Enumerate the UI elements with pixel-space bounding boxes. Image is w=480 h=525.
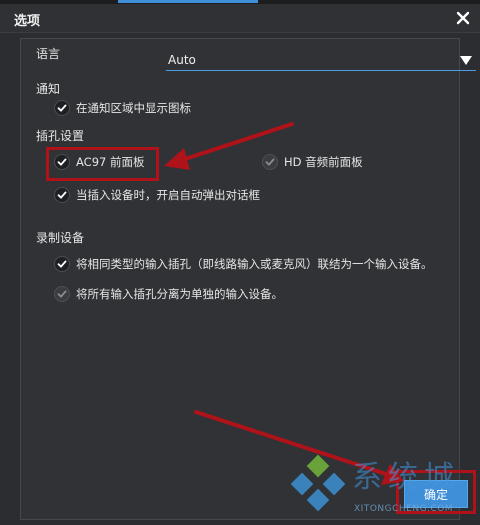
check-icon bbox=[54, 286, 70, 302]
active-tab-indicator bbox=[118, 0, 258, 3]
auto-popup-label: 当插入设备时，开启自动弹出对话框 bbox=[76, 188, 260, 202]
separate-inputs-label: 将所有输入插孔分离为单独的输入设备。 bbox=[76, 287, 283, 301]
combine-inputs-option[interactable]: 将相同类型的输入插孔（即线路输入或麦克风）联结为一个输入设备。 bbox=[54, 255, 433, 273]
watermark-logo bbox=[290, 454, 346, 512]
title-bar: 选项 bbox=[0, 4, 480, 33]
recording-section-title: 录制设备 bbox=[36, 231, 85, 245]
hd-audio-option[interactable]: HD 音频前面板 bbox=[262, 153, 363, 171]
chevron-down-icon bbox=[460, 56, 472, 65]
language-label: 语言 bbox=[36, 47, 61, 61]
window-title: 选项 bbox=[14, 14, 41, 29]
language-dropdown[interactable]: Auto bbox=[166, 52, 476, 71]
check-icon bbox=[54, 256, 70, 272]
hd-audio-label: HD 音频前面板 bbox=[284, 155, 363, 169]
ac97-highlight-box bbox=[46, 147, 159, 181]
show-icon-label: 在通知区域中显示图标 bbox=[76, 101, 191, 115]
watermark-text: 系统城 bbox=[352, 460, 460, 495]
notification-section-title: 通知 bbox=[36, 82, 61, 96]
jack-section-title: 插孔设置 bbox=[36, 129, 85, 143]
check-icon bbox=[54, 187, 70, 203]
watermark-url: XITONGCHENG.COM bbox=[354, 504, 454, 514]
language-value: Auto bbox=[168, 53, 196, 67]
show-icon-option[interactable]: 在通知区域中显示图标 bbox=[54, 99, 191, 117]
separate-inputs-option[interactable]: 将所有输入插孔分离为单独的输入设备。 bbox=[54, 285, 283, 303]
check-icon bbox=[262, 154, 278, 170]
close-icon[interactable] bbox=[454, 9, 472, 27]
auto-popup-option[interactable]: 当插入设备时，开启自动弹出对话框 bbox=[54, 186, 260, 204]
combine-inputs-label: 将相同类型的输入插孔（即线路输入或麦克风）联结为一个输入设备。 bbox=[76, 257, 433, 271]
check-icon bbox=[54, 100, 70, 116]
